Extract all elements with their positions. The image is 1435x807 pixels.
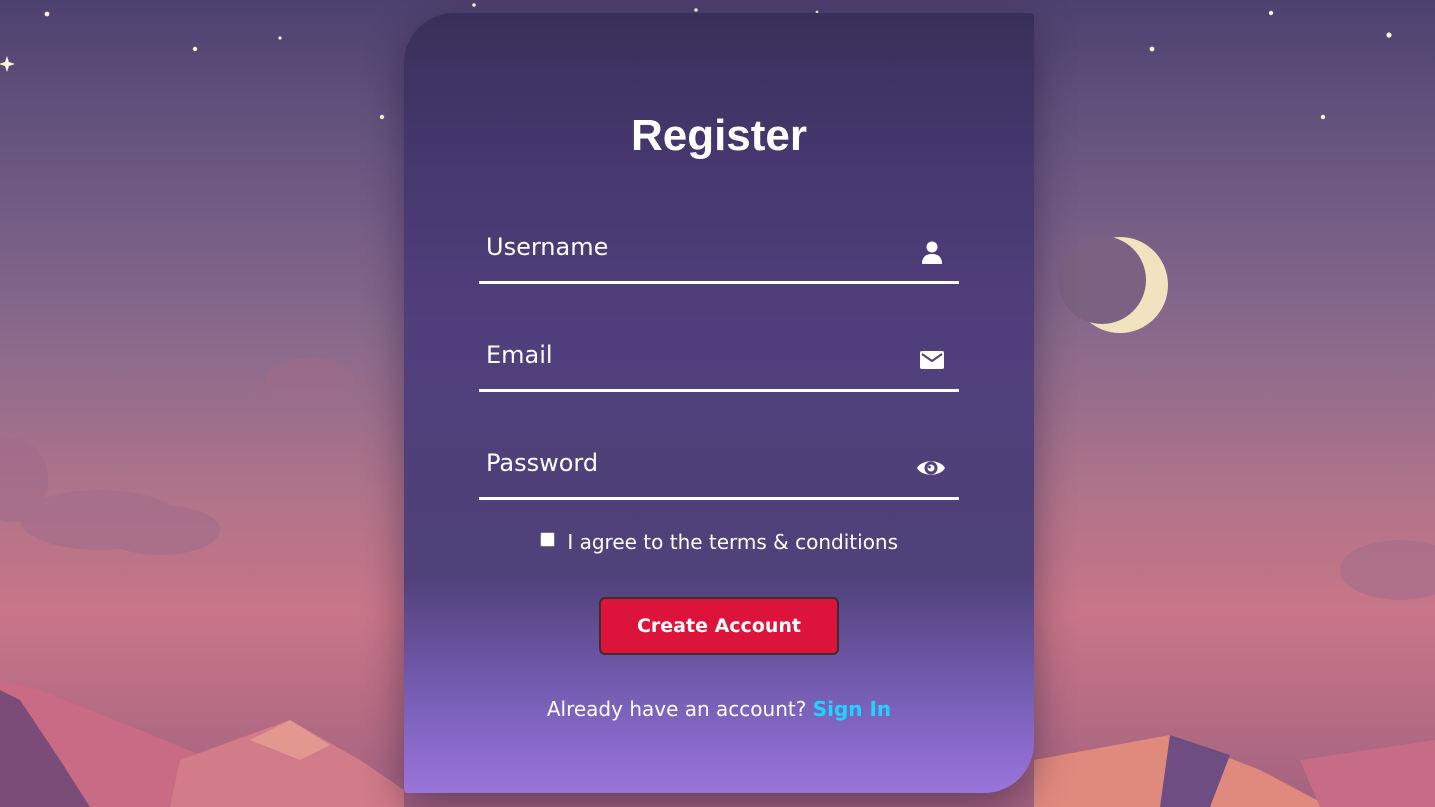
signin-row: Already have an account? Sign In <box>404 694 1034 724</box>
register-card: Register I ag <box>404 13 1034 793</box>
email-input[interactable] <box>479 329 906 381</box>
username-field-wrapper <box>479 221 959 284</box>
eye-icon[interactable] <box>915 455 947 481</box>
moon <box>1058 236 1168 333</box>
terms-label: I agree to the terms & conditions <box>567 530 899 554</box>
password-field-wrapper <box>479 437 959 500</box>
page-title: Register <box>630 111 808 160</box>
envelope-icon <box>920 351 944 369</box>
email-field-wrapper <box>479 329 959 392</box>
signin-link[interactable]: Sign In <box>813 697 891 721</box>
user-icon <box>922 241 942 264</box>
create-account-button[interactable]: Create Account <box>599 597 839 655</box>
page-background: Register I ag <box>0 0 1435 807</box>
signin-prompt: Already have an account? <box>546 697 807 721</box>
terms-checkbox[interactable] <box>539 532 555 547</box>
username-input[interactable] <box>479 221 906 273</box>
password-input[interactable] <box>479 437 906 489</box>
terms-row: I agree to the terms & conditions <box>404 527 1034 557</box>
